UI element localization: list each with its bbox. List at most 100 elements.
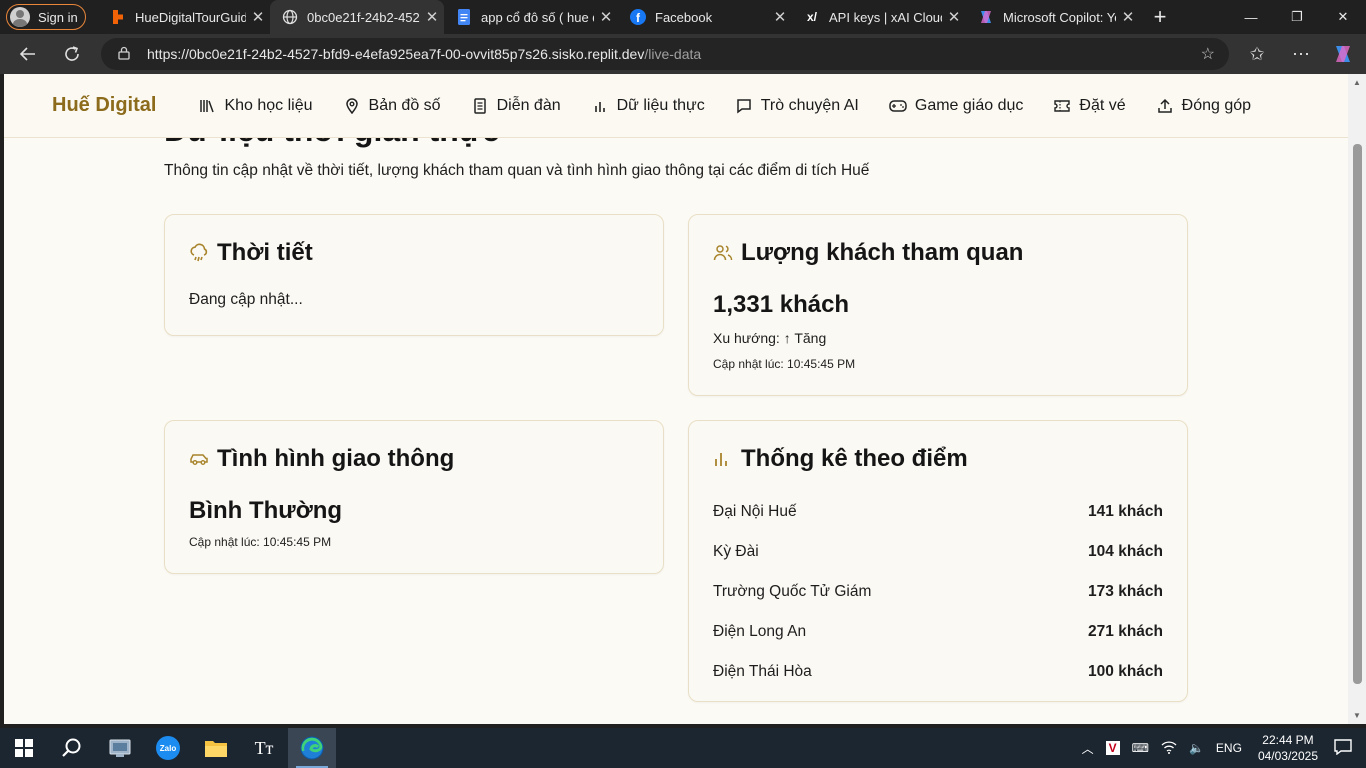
page-scrollbar[interactable]: ▲ ▼ xyxy=(1348,74,1366,724)
stat-value: 173 khách xyxy=(1088,583,1163,600)
bar-chart-icon xyxy=(713,451,733,467)
windows-taskbar: Zalo Tт ︿ V ⌨ 🔈 ENG 22:44 PM 04/03/2025 xyxy=(0,728,1366,768)
nav-item-games[interactable]: Game giáo dục xyxy=(889,97,1023,115)
copilot-icon xyxy=(978,9,994,25)
text-editor-icon: Tт xyxy=(254,737,274,758)
weather-card-title: Thời tiết xyxy=(217,239,313,266)
control-panel-icon xyxy=(109,739,131,757)
scroll-up-icon[interactable]: ▲ xyxy=(1352,78,1362,87)
weather-status: Đang cập nhật... xyxy=(189,291,303,308)
sign-in-label: Sign in xyxy=(38,9,78,25)
sign-in-button[interactable]: Sign in xyxy=(6,4,86,30)
reload-button[interactable] xyxy=(54,36,90,72)
close-tab-icon[interactable]: ✕ xyxy=(246,8,270,26)
site-navbar: Huế Digital Kho học liệu Bản đồ số Diễn … xyxy=(4,74,1348,138)
more-menu-button[interactable]: ⋯ xyxy=(1283,36,1319,72)
tab-title: API keys | xAI Cloud C xyxy=(829,9,942,25)
ime-icon[interactable]: ⌨ xyxy=(1132,741,1149,755)
close-tab-icon[interactable]: ✕ xyxy=(768,8,792,26)
cloud-rain-icon xyxy=(189,243,209,263)
traffic-card: Tình hình giao thông Bình Thường Cập nhậ… xyxy=(164,420,664,574)
nav-item-library[interactable]: Kho học liệu xyxy=(198,97,313,115)
url-host: https://0bc0e21f-24b2-4527-bfd9-e4efa925… xyxy=(147,46,645,62)
taskbar-app-zalo[interactable]: Zalo xyxy=(144,728,192,768)
clock-time: 22:44 PM xyxy=(1262,733,1314,747)
close-tab-icon[interactable]: ✕ xyxy=(942,8,966,26)
taskbar-clock[interactable]: 22:44 PM 04/03/2025 xyxy=(1258,732,1318,764)
tab-facebook[interactable]: f Facebook ✕ xyxy=(618,0,792,34)
stat-row: Trường Quốc Tử Giám 173 khách xyxy=(713,583,1163,601)
stat-value: 104 khách xyxy=(1088,543,1163,560)
chat-icon xyxy=(735,98,753,114)
language-indicator[interactable]: ENG xyxy=(1216,741,1242,755)
system-tray: ︿ V ⌨ 🔈 ENG 22:44 PM 04/03/2025 xyxy=(1076,728,1366,768)
search-button[interactable] xyxy=(48,728,96,768)
stat-place: Đại Nội Huế xyxy=(713,503,797,520)
close-tab-icon[interactable]: ✕ xyxy=(1116,8,1140,26)
zalo-icon: Zalo xyxy=(156,736,180,760)
nav-item-live-data[interactable]: Dữ liệu thực xyxy=(591,97,705,115)
close-tab-icon[interactable]: ✕ xyxy=(594,8,618,26)
site-brand[interactable]: Huế Digital xyxy=(52,94,156,117)
scroll-down-icon[interactable]: ▼ xyxy=(1352,711,1362,720)
stat-place: Điện Long An xyxy=(713,623,807,640)
stat-row: Điện Thái Hòa 100 khách xyxy=(713,663,1163,681)
nav-item-label: Trò chuyện AI xyxy=(760,96,859,114)
tab-google-doc[interactable]: app cổ đô số ( hue dig ✕ xyxy=(444,0,618,34)
taskbar-app-edge[interactable] xyxy=(288,728,336,768)
visitors-card-header: Lượng khách tham quan xyxy=(713,239,1023,267)
restore-button[interactable]: ❐ xyxy=(1274,0,1320,34)
ticket-icon xyxy=(1053,99,1071,113)
address-bar[interactable]: https://0bc0e21f-24b2-4527-bfd9-e4efa925… xyxy=(101,38,1229,70)
replit-icon xyxy=(110,9,126,25)
clock-date: 04/03/2025 xyxy=(1257,749,1318,763)
globe-icon xyxy=(282,9,298,25)
tab-microsoft-copilot[interactable]: Microsoft Copilot: Yo ✕ xyxy=(966,0,1140,34)
nav-item-contribute[interactable]: Đóng góp xyxy=(1156,97,1251,115)
tab-huedigitaltourguide[interactable]: HueDigitalTourGuide ✕ xyxy=(98,0,270,34)
copilot-button[interactable] xyxy=(1325,36,1361,72)
start-button[interactable] xyxy=(0,728,48,768)
close-tab-icon[interactable]: ✕ xyxy=(420,8,444,26)
taskbar-app-control-panel[interactable] xyxy=(96,728,144,768)
favorites-icon: ✩ xyxy=(1249,43,1265,64)
browser-toolbar: https://0bc0e21f-24b2-4527-bfd9-e4efa925… xyxy=(0,34,1366,74)
close-window-button[interactable]: ✕ xyxy=(1320,0,1366,34)
stats-by-site-card: Thống kê theo điểm Đại Nội Huế 141 khách… xyxy=(688,420,1188,702)
site-info-icon[interactable] xyxy=(117,46,131,63)
nav-item-label: Đặt vé xyxy=(1079,96,1126,114)
minimize-button[interactable]: — xyxy=(1228,0,1274,34)
favorite-star-icon[interactable]: ☆ xyxy=(1201,44,1215,64)
nav-item-ai-chat[interactable]: Trò chuyện AI xyxy=(735,97,859,115)
nav-item-tickets[interactable]: Đặt vé xyxy=(1053,96,1126,115)
reload-icon xyxy=(65,46,79,61)
car-icon xyxy=(189,451,209,467)
favorites-button[interactable]: ✩ xyxy=(1239,36,1275,72)
volume-icon[interactable]: 🔈 xyxy=(1189,741,1204,755)
wifi-icon[interactable] xyxy=(1161,740,1177,757)
back-button[interactable] xyxy=(10,36,46,72)
tab-xai-api-keys[interactable]: x/ API keys | xAI Cloud C ✕ xyxy=(792,0,966,34)
stat-value: 141 khách xyxy=(1088,503,1163,520)
scrollbar-thumb[interactable] xyxy=(1353,144,1362,684)
nav-item-label: Bản đồ số xyxy=(368,96,441,114)
taskbar-app-typora[interactable]: Tт xyxy=(240,728,288,768)
notifications-icon[interactable] xyxy=(1334,738,1352,758)
traffic-status: Bình Thường xyxy=(189,497,343,524)
new-tab-button[interactable]: + xyxy=(1140,4,1180,30)
visitors-updated-time: Cập nhật lúc: 10:45:45 PM xyxy=(713,357,856,371)
url-path: /live-data xyxy=(644,46,702,62)
edge-browser-icon xyxy=(300,736,324,760)
nav-item-map[interactable]: Bản đồ số xyxy=(343,97,441,115)
traffic-card-header: Tình hình giao thông xyxy=(189,445,454,473)
url-text: https://0bc0e21f-24b2-4527-bfd9-e4efa925… xyxy=(147,46,701,62)
back-arrow-icon xyxy=(19,47,35,61)
tab-title: HueDigitalTourGuide xyxy=(135,9,246,25)
taskbar-app-file-explorer[interactable] xyxy=(192,728,240,768)
vietkey-icon[interactable]: V xyxy=(1105,741,1120,755)
folder-icon xyxy=(205,741,227,757)
stat-place: Kỳ Đài xyxy=(713,543,759,560)
nav-item-forum[interactable]: Diễn đàn xyxy=(471,97,561,115)
show-hidden-icons-icon[interactable]: ︿ xyxy=(1082,740,1094,757)
tab-live-data[interactable]: 0bc0e21f-24b2-4527- ✕ xyxy=(270,0,444,34)
